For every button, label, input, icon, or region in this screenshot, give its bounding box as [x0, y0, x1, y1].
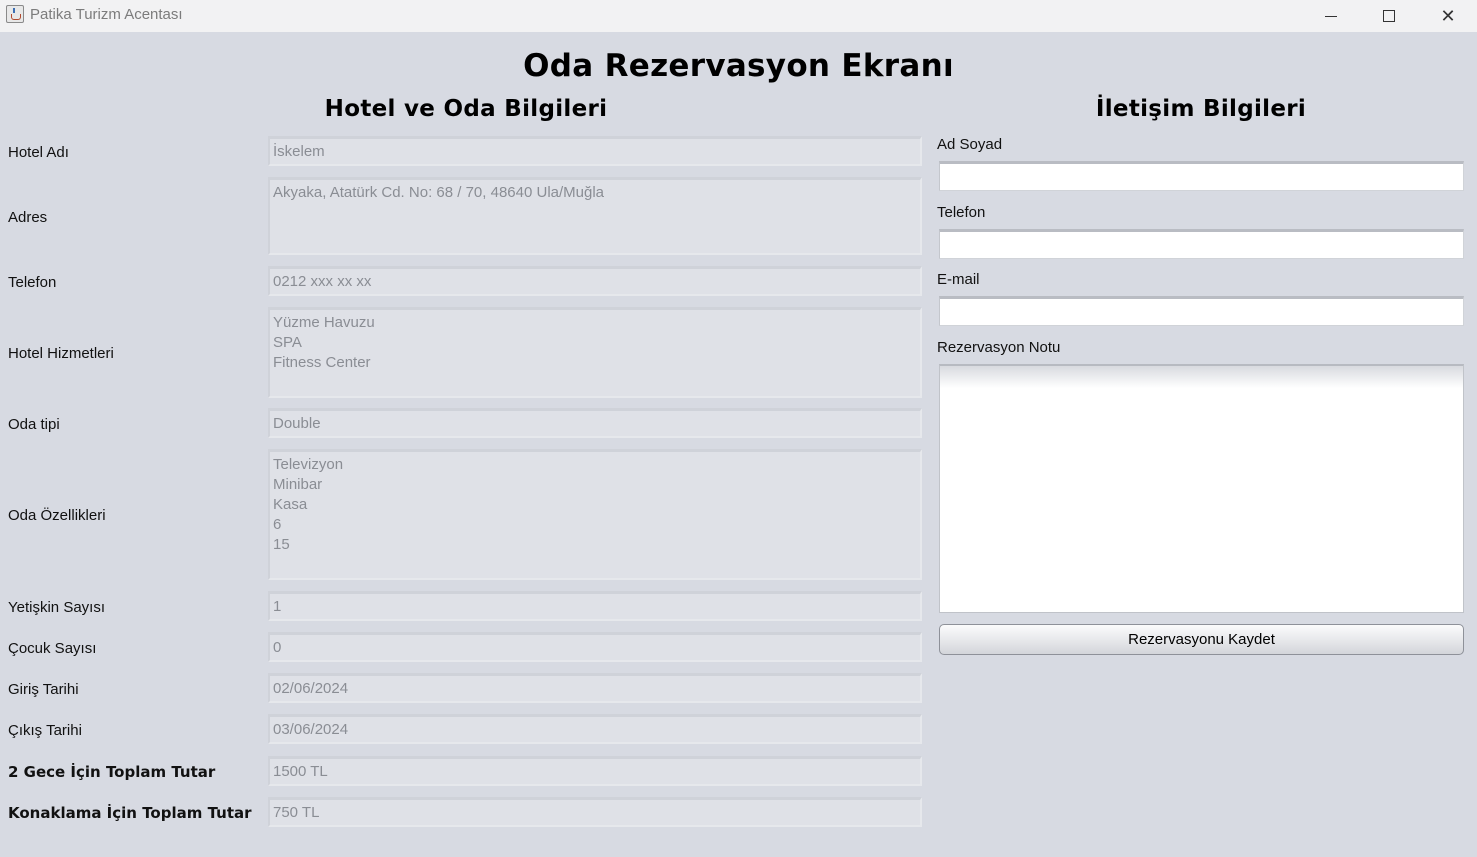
window-titlebar: Patika Turizm Acentası ✕: [0, 0, 1477, 32]
address-field[interactable]: Akyaka, Atatürk Cd. No: 68 / 70, 48640 U…: [268, 177, 922, 255]
child-count-label: Çocuk Sayısı: [8, 640, 97, 657]
nightly-total-label: 2 Gece İçin Toplam Tutar: [8, 763, 216, 781]
hotel-phone-field[interactable]: 0212 xxx xx xx: [268, 266, 922, 296]
hotel-section-title: Hotel ve Oda Bilgileri: [324, 96, 608, 122]
hotel-name-field[interactable]: İskelem: [268, 136, 922, 166]
checkin-date-field[interactable]: 02/06/2024: [268, 673, 922, 703]
minimize-icon: [1325, 15, 1337, 17]
hotel-phone-label: Telefon: [8, 274, 57, 291]
java-app-icon: [6, 5, 24, 23]
contact-section-title: İletişim Bilgileri: [1095, 96, 1307, 122]
contact-email-input[interactable]: [939, 296, 1464, 326]
nightly-total-field[interactable]: 1500 TL: [268, 756, 922, 786]
room-type-label: Oda tipi: [8, 416, 60, 433]
address-label: Adres: [8, 209, 48, 226]
stay-total-field[interactable]: 750 TL: [268, 797, 922, 827]
checkout-date-label: Çıkış Tarihi: [8, 722, 82, 739]
contact-name-label: Ad Soyad: [937, 136, 1003, 153]
checkout-date-field[interactable]: 03/06/2024: [268, 714, 922, 744]
reservation-note-label: Rezervasyon Notu: [937, 339, 1061, 356]
hotel-services-field[interactable]: Yüzme Havuzu SPA Fitness Center: [268, 307, 922, 398]
contact-phone-label: Telefon: [937, 204, 986, 221]
window-title: Patika Turizm Acentası: [30, 6, 183, 23]
hotel-services-label: Hotel Hizmetleri: [8, 345, 114, 362]
page-title: Oda Rezervasyon Ekranı: [523, 48, 954, 84]
maximize-icon: [1383, 10, 1395, 22]
minimize-button[interactable]: [1302, 0, 1360, 32]
checkin-date-label: Giriş Tarihi: [8, 681, 79, 698]
maximize-button[interactable]: [1360, 0, 1418, 32]
contact-phone-input[interactable]: [939, 229, 1464, 259]
stay-total-label: Konaklama İçin Toplam Tutar: [8, 804, 252, 822]
room-features-field[interactable]: Televizyon Minibar Kasa 6 15: [268, 449, 922, 580]
adult-count-field[interactable]: 1: [268, 591, 922, 621]
room-type-field[interactable]: Double: [268, 408, 922, 438]
save-reservation-button[interactable]: Rezervasyonu Kaydet: [939, 624, 1464, 655]
hotel-name-label: Hotel Adı: [8, 144, 69, 161]
contact-email-label: E-mail: [937, 271, 980, 288]
close-button[interactable]: ✕: [1419, 0, 1477, 32]
contact-name-input[interactable]: [939, 161, 1464, 191]
reservation-note-textarea[interactable]: [939, 364, 1464, 613]
adult-count-label: Yetişkin Sayısı: [8, 599, 105, 616]
child-count-field[interactable]: 0: [268, 632, 922, 662]
room-features-label: Oda Özellikleri: [8, 507, 106, 524]
close-icon: ✕: [1440, 5, 1456, 27]
